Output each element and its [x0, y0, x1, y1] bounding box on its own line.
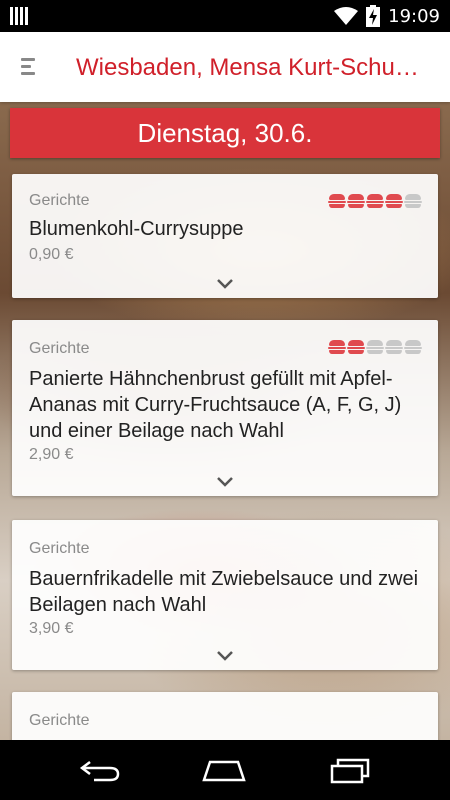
burger-rating-icon	[328, 194, 346, 208]
meal-price: 3,90 €	[29, 620, 74, 637]
meal-name: Bauernfrikadelle mit Zwiebelsauce und zw…	[29, 568, 419, 616]
rating	[328, 194, 422, 208]
recents-icon[interactable]	[326, 754, 374, 786]
burger-rating-icon	[385, 194, 403, 208]
burger-rating-icon	[366, 194, 384, 208]
meal-price: 0,90 €	[29, 246, 74, 263]
battery-charging-icon	[366, 5, 381, 27]
meal-name: Blumenkohl-Currysuppe	[29, 218, 244, 240]
meal-price: 2,90 €	[29, 446, 74, 463]
meal-category: Gerichte	[29, 340, 90, 357]
chevron-down-icon[interactable]	[216, 476, 234, 488]
status-time: 19:09	[388, 5, 440, 27]
burger-rating-icon	[366, 340, 384, 354]
meal-list[interactable]: Dienstag, 30.6. Gerichte Blumenkohl-Curr…	[0, 102, 450, 740]
app-bar: Wiesbaden, Mensa Kurt-Schu…	[0, 32, 450, 102]
burger-rating-icon	[328, 340, 346, 354]
chevron-down-icon[interactable]	[216, 278, 234, 290]
wifi-icon	[334, 7, 359, 25]
meal-category: Gerichte	[29, 540, 90, 557]
back-icon[interactable]	[76, 754, 124, 786]
app-title: Wiesbaden, Mensa Kurt-Schu…	[76, 54, 419, 81]
signal-bars-icon	[10, 7, 30, 25]
meal-category: Gerichte	[29, 192, 90, 209]
status-bar: 19:09	[0, 0, 450, 32]
meal-category: Gerichte	[29, 712, 90, 729]
burger-rating-icon	[404, 194, 422, 208]
day-header: Dienstag, 30.6.	[10, 108, 440, 158]
meal-card[interactable]: Gerichte Bauernfrikadelle mit Zwiebelsau…	[12, 520, 438, 670]
burger-rating-icon	[347, 194, 365, 208]
chevron-down-icon[interactable]	[216, 650, 234, 662]
meal-card[interactable]: Gerichte Blumenkohl-Currysuppe 0,90 €	[12, 174, 438, 298]
rating	[328, 340, 422, 354]
home-icon[interactable]	[200, 754, 248, 786]
burger-rating-icon	[385, 340, 403, 354]
burger-rating-icon	[347, 340, 365, 354]
meal-name: Panierte Hähnchenbrust gefüllt mit Apfel…	[29, 368, 402, 442]
hamburger-menu-icon[interactable]	[18, 56, 40, 78]
meal-card[interactable]: Gerichte Panierte Hähnchenbrust gefüllt …	[12, 320, 438, 496]
navigation-bar	[0, 740, 450, 800]
burger-rating-icon	[404, 340, 422, 354]
meal-card[interactable]: Gerichte	[12, 692, 438, 740]
